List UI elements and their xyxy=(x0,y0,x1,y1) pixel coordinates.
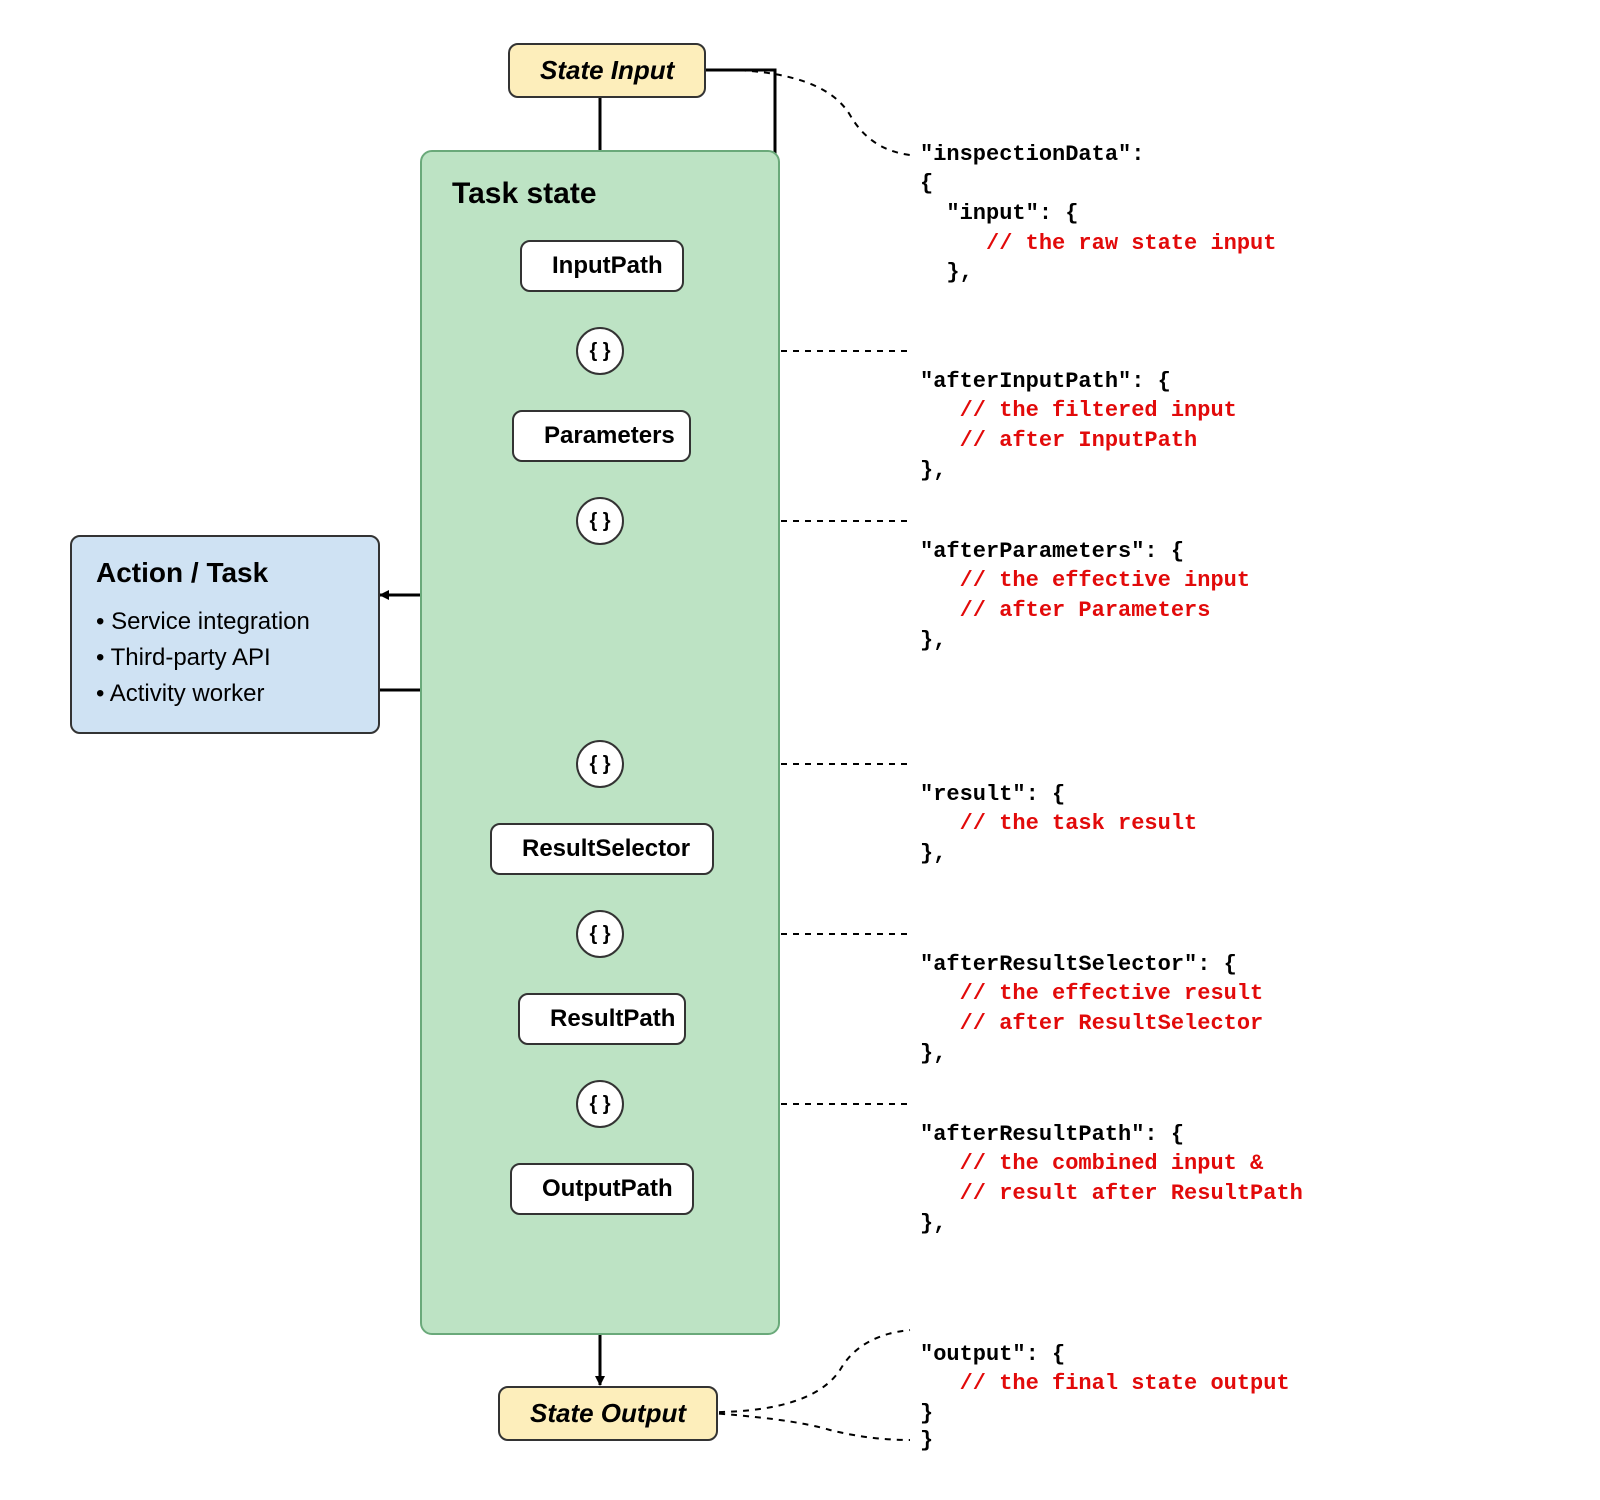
annotation-after-resultpath: "afterResultPath": { // the combined inp… xyxy=(920,1090,1303,1238)
action-item-2: Third-party API xyxy=(111,644,271,671)
state-input-label: State Input xyxy=(540,55,674,85)
action-task-title: Action / Task xyxy=(96,557,354,589)
stage-inputpath: InputPath xyxy=(520,240,684,292)
action-task-list: • Service integration • Third-party API … xyxy=(96,604,354,712)
annotation-output: "output": { // the final state output } xyxy=(920,1310,1290,1429)
stage-inputpath-label: InputPath xyxy=(552,252,663,279)
state-output-box: State Output xyxy=(498,1386,718,1441)
stage-outputpath-label: OutputPath xyxy=(542,1175,673,1202)
state-output-label: State Output xyxy=(530,1398,686,1428)
state-input-box: State Input xyxy=(508,43,706,98)
stage-parameters: Parameters xyxy=(512,410,691,462)
action-task-box: Action / Task • Service integration • Th… xyxy=(70,535,380,734)
annotation-result: "result": { // the task result }, xyxy=(920,750,1197,869)
annotation-after-resultselector: "afterResultSelector": { // the effectiv… xyxy=(920,920,1263,1068)
braces-after-inputpath: { } xyxy=(576,327,624,375)
stage-resultpath-label: ResultPath xyxy=(550,1005,675,1032)
braces-after-parameters: { } xyxy=(576,497,624,545)
annotation-after-inputpath: "afterInputPath": { // the filtered inpu… xyxy=(920,337,1237,485)
stage-resultpath: ResultPath xyxy=(518,993,686,1045)
braces-after-resultpath: { } xyxy=(576,1080,624,1128)
task-state-title: Task state xyxy=(452,177,758,211)
stage-resultselector: ResultSelector xyxy=(490,823,714,875)
annotation-footer-close: } xyxy=(920,1426,933,1456)
stage-outputpath: OutputPath xyxy=(510,1163,694,1215)
connectors-layer xyxy=(40,40,1560,1460)
action-item-3: Activity worker xyxy=(110,680,265,707)
task-state-diagram: State Input Task state InputPath Paramet… xyxy=(40,40,1560,1460)
action-item-1: Service integration xyxy=(111,608,310,635)
braces-result: { } xyxy=(576,740,624,788)
stage-resultselector-label: ResultSelector xyxy=(522,835,690,862)
annotation-after-parameters: "afterParameters": { // the effective in… xyxy=(920,507,1250,655)
stage-parameters-label: Parameters xyxy=(544,422,675,449)
braces-after-resultselector: { } xyxy=(576,910,624,958)
annotation-header: "inspectionData": { "input": { // the ra… xyxy=(920,110,1276,288)
